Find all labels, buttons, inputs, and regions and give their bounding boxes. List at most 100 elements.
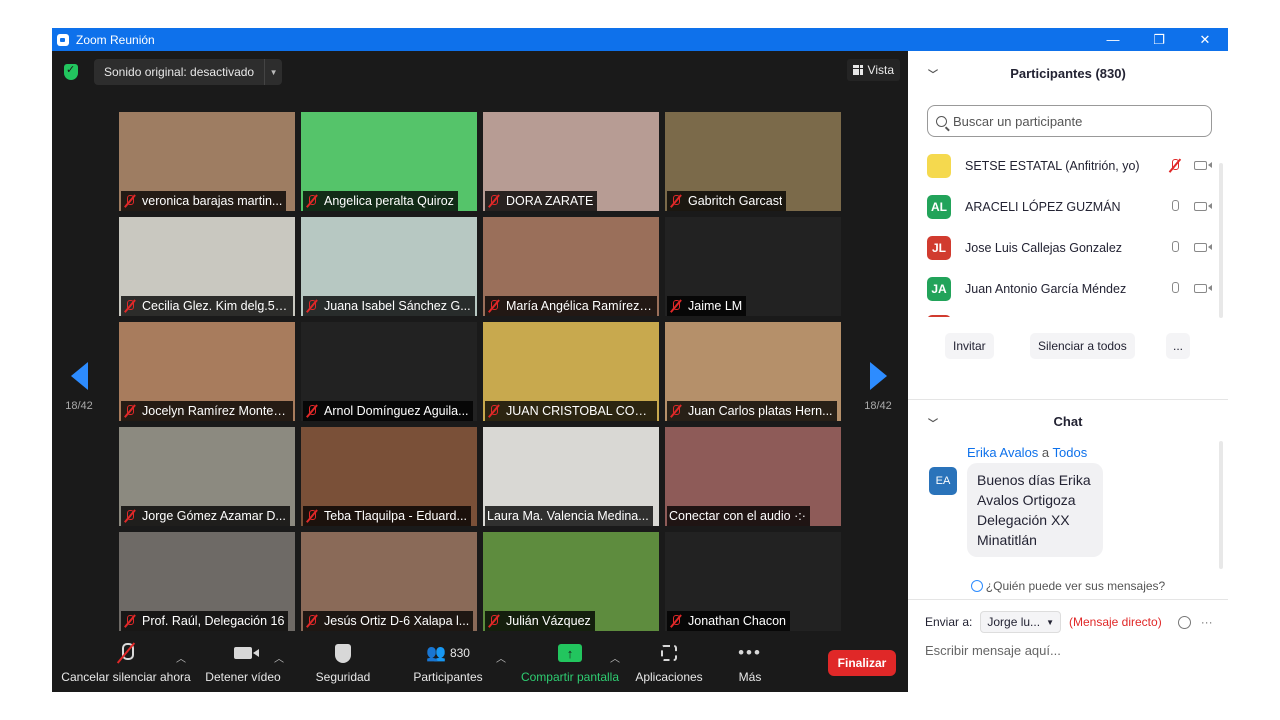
participant-video-tile[interactable]: Angelica peralta Quiroz [301, 112, 477, 211]
minimize-button[interactable]: — [1090, 28, 1136, 51]
microphone-muted-icon [487, 299, 501, 313]
participants-chevron-icon[interactable]: ︿ [496, 650, 506, 665]
participants-button[interactable]: 👥 830 Participantes [408, 638, 488, 692]
security-button[interactable]: Seguridad [310, 638, 376, 692]
microphone-icon[interactable] [1168, 240, 1182, 255]
more-label: Más [738, 670, 762, 684]
meeting-toolbar: Cancelar silenciar ahora ︿ Detener vídeo… [52, 638, 908, 692]
apps-button[interactable]: Aplicaciones [632, 638, 706, 692]
participant-name: DORA ZARATE [506, 194, 594, 208]
video-area: Sonido original: desactivado ▼ Vista 18/… [52, 51, 908, 692]
participant-name: Conectar con el audio ·:· [669, 509, 806, 523]
camera-icon[interactable] [1194, 202, 1212, 211]
participant-video-tile[interactable]: Conectar con el audio ·:· [665, 427, 841, 526]
avatar [927, 153, 951, 178]
participant-video-tile[interactable]: Laura Ma. Valencia Medina... [483, 427, 659, 526]
end-meeting-button[interactable]: Finalizar [828, 650, 896, 676]
participant-video-tile[interactable]: Jesús Ortiz D-6 Xalapa l... [301, 532, 477, 631]
participant-name: Jorge Gómez Azamar D... [142, 509, 286, 523]
stop-video-button[interactable]: Detener vídeo [202, 638, 284, 692]
microphone-muted-icon [669, 299, 683, 313]
close-button[interactable]: ✕ [1182, 28, 1228, 51]
participant-video-tile[interactable]: Teba Tlaquilpa - Eduard... [301, 427, 477, 526]
emoji-icon[interactable] [1177, 615, 1191, 629]
participant-video-tile[interactable]: Prof. Raúl, Delegación 16 [119, 532, 295, 631]
participants-list[interactable]: SETSE ESTATAL (Anfitrión, yo) AL ARACELI L… [908, 145, 1218, 317]
divider [908, 399, 1228, 400]
collapse-participants-chevron-icon[interactable]: ﹀ [928, 66, 938, 81]
participant-video-tile[interactable]: DORA ZARATE [483, 112, 659, 211]
participant-list-item[interactable]: AL ARACELI LÓPEZ GUZMÁN [927, 186, 1212, 227]
participant-search-input[interactable]: Buscar un participante [927, 105, 1212, 137]
chat-more-icon[interactable]: ··· [1201, 615, 1213, 629]
camera-icon[interactable] [1194, 243, 1212, 252]
participant-list-item[interactable]: JA Juan Antonio García Méndez [927, 268, 1212, 309]
participant-video-tile[interactable]: Arnol Domínguez Aguila... [301, 322, 477, 421]
participant-name: María Angélica Ramírez ... [506, 299, 653, 313]
unmute-button[interactable]: Cancelar silenciar ahora [58, 638, 194, 692]
arrow-left-icon [70, 362, 88, 390]
more-button[interactable]: ••• Más [728, 638, 772, 692]
title-bar: Zoom Reunión — ❐ ✕ [52, 28, 1228, 51]
view-button[interactable]: Vista [846, 59, 900, 81]
participant-video-tile[interactable]: Julián Vázquez [483, 532, 659, 631]
microphone-muted-icon [669, 404, 683, 418]
participant-video-tile[interactable]: veronica barajas martin... [119, 112, 295, 211]
audio-options-chevron-icon[interactable]: ︿ [176, 650, 186, 665]
send-to-label: Enviar a: [925, 615, 973, 629]
invite-button[interactable]: Invitar [945, 333, 994, 359]
participant-video-tile[interactable]: Gabritch Garcast [665, 112, 841, 211]
restore-button[interactable]: ❐ [1136, 28, 1182, 51]
participant-video-tile[interactable]: Juana Isabel Sánchez G... [301, 217, 477, 316]
camera-icon[interactable] [1194, 284, 1212, 293]
participant-list-item[interactable]: SETSE ESTATAL (Anfitrión, yo) [927, 145, 1212, 186]
collapse-chat-chevron-icon[interactable]: ﹀ [928, 415, 938, 430]
participant-video-tile[interactable]: Jocelyn Ramírez Montes... [119, 322, 295, 421]
participant-name: Teba Tlaquilpa - Eduard... [324, 509, 467, 523]
microphone-icon[interactable] [1168, 281, 1182, 296]
participant-video-tile[interactable]: Cecilia Glez. Kim delg.51... [119, 217, 295, 316]
previous-page-button[interactable]: 18/42 [64, 354, 94, 414]
recipient-select[interactable]: Jorge lu... ▼ [980, 611, 1061, 633]
participant-name-label: Jocelyn Ramírez Montes... [121, 401, 293, 421]
participant-name-label: Jaime LM [667, 296, 747, 316]
share-options-chevron-icon[interactable]: ︿ [610, 650, 620, 665]
chat-recipient[interactable]: Todos [1053, 445, 1088, 460]
original-sound-label: Sonido original: desactivado [104, 65, 255, 79]
participant-name-label: DORA ZARATE [485, 191, 598, 211]
chat-scrollbar[interactable] [1219, 441, 1223, 569]
search-icon [936, 115, 947, 127]
microphone-muted-icon[interactable] [1168, 158, 1182, 173]
participants-title: Participantes (830) [1010, 65, 1126, 81]
original-sound-button[interactable]: Sonido original: desactivado ▼ [94, 59, 283, 85]
participants-scrollbar[interactable] [1219, 163, 1223, 318]
participant-video-tile[interactable]: Juan Carlos platas Hern... [665, 322, 841, 421]
share-screen-button[interactable]: ↑ Compartir pantalla [518, 638, 622, 692]
participant-video-tile[interactable]: María Angélica Ramírez ... [483, 217, 659, 316]
participant-video-tile[interactable]: JUAN CRISTOBAL CORIA... [483, 322, 659, 421]
participants-header: ﹀ Participantes (830) [908, 51, 1228, 95]
participant-name: veronica barajas martin... [142, 194, 283, 208]
mute-all-button[interactable]: Silenciar a todos [1030, 333, 1135, 359]
microphone-muted-icon [305, 404, 319, 418]
who-can-see-messages[interactable]: ¿Quién puede ver sus mensajes? [908, 575, 1228, 597]
participant-video-tile[interactable]: Jonathan Chacon [665, 532, 841, 631]
video-options-chevron-icon[interactable]: ︿ [274, 650, 284, 665]
participant-list-name: ARACELI LÓPEZ GUZMÁN [965, 199, 1121, 214]
participant-name-label: Jonathan Chacon [667, 611, 790, 631]
arrow-right-icon [869, 362, 887, 390]
chevron-down-icon[interactable]: ▼ [264, 59, 282, 85]
microphone-icon[interactable] [1168, 199, 1182, 214]
participants-more-button[interactable]: ... [1166, 333, 1190, 359]
participant-list-item[interactable]: JL Jose Luis Callejas Gonzalez [927, 227, 1212, 268]
participant-name-label: Juana Isabel Sánchez G... [303, 296, 475, 316]
next-page-button[interactable]: 18/42 [863, 354, 893, 414]
camera-icon[interactable] [1194, 161, 1212, 170]
microphone-muted-icon [119, 643, 134, 663]
participant-video-tile[interactable]: Jorge Gómez Azamar D... [119, 427, 295, 526]
encryption-shield-icon[interactable] [64, 63, 78, 80]
direct-message-label: (Mensaje directo) [1068, 615, 1162, 629]
chat-message-input[interactable]: Escribir mensaje aquí... [925, 639, 1215, 661]
participant-video-tile[interactable]: Jaime LM [665, 217, 841, 316]
chat-sender[interactable]: Erika Avalos [967, 445, 1038, 460]
